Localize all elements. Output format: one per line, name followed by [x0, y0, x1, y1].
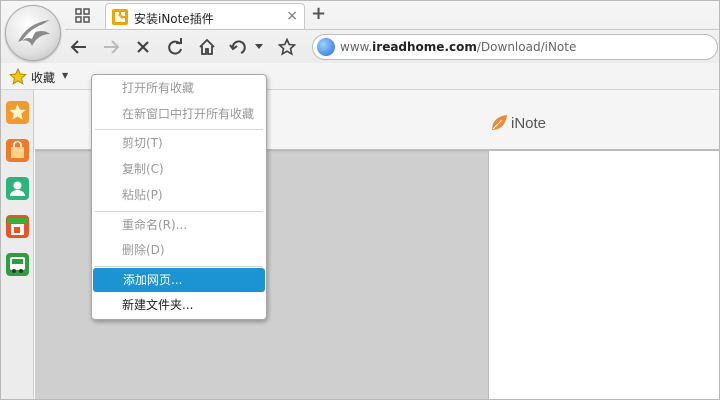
favorites-star-icon — [9, 68, 27, 85]
forward-arrow-icon — [104, 40, 120, 54]
tab-title: 安装iNote插件 — [134, 12, 214, 26]
content-panel — [488, 151, 719, 399]
menu-item-cut[interactable]: 剪切(T) — [92, 131, 266, 155]
shopping-bag-icon[interactable] — [6, 139, 29, 162]
leaf-logo-icon — [492, 115, 507, 130]
tab-overview-icon[interactable] — [74, 8, 92, 24]
inote-brand[interactable]: iNote — [489, 113, 546, 133]
new-tab-button[interactable]: + — [311, 5, 326, 23]
home-icon — [199, 38, 215, 55]
undo-dropdown[interactable] — [253, 36, 265, 58]
menu-item-open-all-new-window[interactable]: 在新窗口中打开所有收藏 — [92, 102, 266, 126]
menu-item-delete[interactable]: 删除(D) — [92, 238, 266, 262]
browser-toolbar: 安装iNote插件 × + www.ireadhome.com/Download… — [1, 1, 719, 63]
menu-item-add-page[interactable]: 添加网页... — [93, 268, 265, 292]
brand-name: iNote — [511, 114, 547, 132]
browser-logo[interactable] — [5, 5, 61, 61]
menu-item-paste[interactable]: 粘贴(P) — [92, 183, 266, 207]
menu-item-open-all[interactable]: 打开所有收藏 — [92, 76, 266, 100]
address-url[interactable]: www.ireadhome.com/Download/iNote — [340, 40, 576, 54]
menu-item-rename[interactable]: 重命名(R)... — [92, 213, 266, 237]
bus-icon[interactable] — [6, 253, 29, 276]
chevron-down-icon — [255, 44, 263, 49]
refresh-icon — [168, 38, 182, 55]
undo-close-button[interactable] — [227, 36, 249, 58]
tab-close-icon[interactable]: × — [286, 8, 298, 24]
bookmark-star-button[interactable] — [276, 36, 298, 58]
favorites-context-menu: 打开所有收藏 在新窗口中打开所有收藏 剪切(T) 复制(C) 粘贴(P) 重命名… — [91, 74, 267, 320]
address-bar[interactable]: www.ireadhome.com/Download/iNote — [312, 34, 718, 60]
tabstrip-divider — [65, 29, 719, 30]
menu-separator — [95, 266, 263, 267]
menu-separator — [95, 129, 263, 130]
url-path: /Download/iNote — [476, 40, 577, 54]
stop-button[interactable] — [132, 36, 154, 58]
globe-icon — [317, 38, 335, 56]
back-button[interactable] — [68, 36, 90, 58]
favorites-menu-button[interactable]: 收藏 — [31, 69, 55, 86]
star-outline-icon — [278, 38, 296, 56]
menu-separator — [95, 211, 263, 212]
menu-item-new-folder[interactable]: 新建文件夹... — [92, 293, 266, 317]
store-icon[interactable] — [6, 215, 29, 238]
browser-window: 安装iNote插件 × + www.ireadhome.com/Download… — [0, 0, 720, 400]
puzzle-favicon-icon — [112, 9, 128, 25]
star-icon[interactable] — [6, 101, 29, 124]
close-x-icon — [137, 41, 149, 53]
home-button[interactable] — [196, 36, 218, 58]
refresh-button[interactable] — [164, 36, 186, 58]
chevron-down-icon: ▼ — [62, 71, 69, 80]
url-domain: ireadhome.com — [372, 40, 477, 54]
swallow-logo-icon — [18, 20, 50, 46]
tab-install-inote[interactable]: 安装iNote插件 × — [105, 3, 305, 29]
contacts-icon[interactable] — [6, 177, 29, 200]
back-arrow-icon — [70, 40, 86, 54]
sidebar — [1, 90, 34, 399]
undo-icon — [229, 40, 246, 54]
url-prefix: www. — [340, 40, 373, 54]
forward-button[interactable] — [100, 36, 122, 58]
menu-item-copy[interactable]: 复制(C) — [92, 157, 266, 181]
